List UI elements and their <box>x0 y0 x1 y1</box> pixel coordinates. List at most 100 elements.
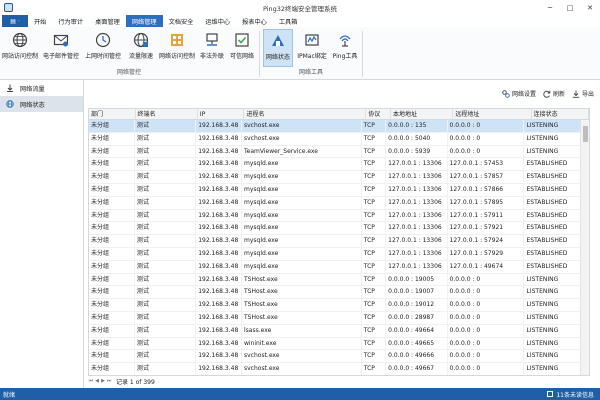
cell-terminal-name: 测试 <box>135 247 197 260</box>
tab-behavior-audit[interactable]: 行为审计 <box>52 15 89 27</box>
nav-item-label: 网络流量 <box>20 85 45 93</box>
network-settings-button[interactable]: 网络设置 <box>502 89 536 98</box>
cell-local-address: 0.0.0.0 : 19005 <box>386 273 448 286</box>
cell-process-name: TeamViewer_Service.exe <box>242 145 362 158</box>
table-row[interactable]: 未分组 测试 192.168.3.48 mysqld.exe TCP 127.0.0.1 … <box>89 222 581 236</box>
ipmac-icon <box>304 32 320 48</box>
nav-item-network-traffic[interactable]: 网络流量 <box>0 80 83 96</box>
cell-protocol: TCP <box>362 145 387 158</box>
tab-report-center[interactable]: 报表中心 <box>236 15 273 27</box>
ipmac-bind-label: IPMac绑定 <box>297 53 327 60</box>
table-row[interactable]: 未分组 测试 192.168.3.48 mysqld.exe TCP 127.0.0.1 … <box>89 209 581 223</box>
cell-connection-state: ESTABLISHED <box>524 158 581 171</box>
close-button[interactable]: ✕ <box>580 0 600 15</box>
table-row[interactable]: 未分组 测试 192.168.3.48 mysqld.exe TCP 127.0.0.1 … <box>89 171 581 184</box>
ribbon-divider <box>259 31 260 77</box>
network-access-icon <box>169 32 185 48</box>
tab-start[interactable]: 开始 <box>28 15 52 27</box>
table-row[interactable]: 未分组 测试 192.168.3.48 svchost.exe TCP 0.0.0.0 :… <box>89 132 581 146</box>
scrollbar-thumb[interactable] <box>583 126 588 142</box>
email-control-button[interactable]: 电子邮件管控 <box>42 29 80 67</box>
website-access-control-button[interactable]: 网站访问控制 <box>2 29 38 67</box>
table-row[interactable]: 未分组 测试 192.168.3.48 mysqld.exe TCP 127.0.0.1 … <box>89 196 581 210</box>
cell-ip: 192.168.3.48 <box>196 337 242 350</box>
trusted-network-button[interactable]: 可信网络 <box>228 29 256 67</box>
table-row[interactable]: 未分组 测试 192.168.3.48 TSHost.exe TCP 0.0.0.0 : … <box>89 273 581 287</box>
cell-local-address: 127.0.0.1 : 13306 <box>386 260 448 273</box>
cell-department: 未分组 <box>89 247 135 260</box>
table-header: 部门 终端名 IP 进程名 协议 本地地址 远程地址 连接状态 <box>89 109 589 120</box>
network-status-icon <box>270 33 286 49</box>
table-row[interactable]: 未分组 测试 192.168.3.48 svchost.exe TCP 0.0.0.0 :… <box>89 363 581 375</box>
cell-terminal-name: 测试 <box>135 120 197 132</box>
cell-connection-state: ESTABLISHED <box>524 171 581 184</box>
minimize-button[interactable]: ─ <box>540 0 560 15</box>
tab-toolbox[interactable]: 工具箱 <box>273 15 304 27</box>
left-nav-panel: 网络流量 网络状态 <box>0 80 84 388</box>
illegal-external-connection-button[interactable]: 非法外联 <box>198 29 226 67</box>
column-header-process-name[interactable]: 进程名 <box>244 109 367 120</box>
table-row[interactable]: 未分组 测试 192.168.3.48 svchost.exe TCP 0.0.0.0 :… <box>89 350 581 364</box>
network-access-control-button[interactable]: 网络访问控制 <box>158 29 196 67</box>
table-row[interactable]: 未分组 测试 192.168.3.48 mysqld.exe TCP 127.0.0.1 … <box>89 158 581 172</box>
column-header-remote-address[interactable]: 远程地址 <box>453 109 532 120</box>
window-title: Ping32终端安全管理系统 <box>262 4 338 13</box>
cell-department: 未分组 <box>89 363 135 375</box>
cell-process-name: mysqld.exe <box>242 235 362 248</box>
table-row[interactable]: 未分组 测试 192.168.3.48 wininit.exe TCP 0.0.0.0 :… <box>89 337 581 351</box>
table-row[interactable]: 未分组 测试 192.168.3.48 mysqld.exe TCP 127.0.0.1 … <box>89 235 581 248</box>
table-row[interactable]: 未分组 测试 192.168.3.48 TSHost.exe TCP 0.0.0.0 : … <box>89 286 581 300</box>
cell-protocol: TCP <box>362 183 387 196</box>
cell-connection-state: LISTENING <box>524 337 581 350</box>
refresh-button[interactable]: 刷新 <box>543 89 565 98</box>
cell-local-address: 0.0.0.0 : 49667 <box>386 363 448 375</box>
cell-protocol: TCP <box>362 324 387 337</box>
cell-protocol: TCP <box>362 299 387 312</box>
table-row[interactable]: 未分组 测试 192.168.3.48 mysqld.exe TCP 127.0.0.1 … <box>89 183 581 197</box>
column-header-protocol[interactable]: 协议 <box>366 109 391 120</box>
column-header-terminal-name[interactable]: 终端名 <box>136 109 198 120</box>
cell-terminal-name: 测试 <box>135 196 197 209</box>
ipmac-bind-button[interactable]: IPMac绑定 <box>295 29 329 67</box>
tab-operations-center[interactable]: 运维中心 <box>199 15 236 27</box>
cell-ip: 192.168.3.48 <box>196 350 242 363</box>
column-header-department[interactable]: 部门 <box>89 109 136 120</box>
export-button[interactable]: 导出 <box>572 89 594 98</box>
vertical-scrollbar[interactable] <box>580 120 589 375</box>
tab-desktop-management[interactable]: 桌面管理 <box>89 15 126 27</box>
table-row[interactable]: 未分组 测试 192.168.3.48 TeamViewer_Service.exe T… <box>89 145 581 159</box>
ribbon-group-network-tools: 网络状态 IPMac绑定 Ping工具 网络工具 <box>261 27 361 80</box>
cell-process-name: mysqld.exe <box>242 183 362 196</box>
cell-ip: 192.168.3.48 <box>196 247 242 260</box>
cell-local-address: 127.0.0.1 : 13306 <box>386 222 448 235</box>
ping-tool-button[interactable]: Ping工具 <box>331 29 359 67</box>
column-header-connection-state[interactable]: 连接状态 <box>532 109 589 120</box>
table-row[interactable]: 未分组 测试 192.168.3.48 mysqld.exe TCP 127.0.0.1 … <box>89 247 581 261</box>
table-row[interactable]: 未分组 测试 192.168.3.48 mysqld.exe TCP 127.0.0.1 … <box>89 260 581 274</box>
last-page-button[interactable]: ⏭ <box>106 378 112 384</box>
unread-messages[interactable]: 11条未读信息 <box>547 390 594 399</box>
network-status-button[interactable]: 网络状态 <box>263 29 293 67</box>
table-row[interactable]: 未分组 测试 192.168.3.48 lsass.exe TCP 0.0.0.0 : 4… <box>89 324 581 338</box>
cell-ip: 192.168.3.48 <box>196 260 242 273</box>
table-row[interactable]: 未分组 测试 192.168.3.48 TSHost.exe TCP 0.0.0.0 : … <box>89 311 581 325</box>
column-header-local-address[interactable]: 本地地址 <box>391 109 454 120</box>
cell-remote-address: 127.0.0.1 : 57929 <box>448 247 525 260</box>
table-row[interactable]: 未分组 测试 192.168.3.48 svchost.exe TCP 0.0.0.0 :… <box>89 120 581 133</box>
table-row[interactable]: 未分组 测试 192.168.3.48 TSHost.exe TCP 0.0.0.0 : … <box>89 299 581 312</box>
network-settings-label: 网络设置 <box>511 91 536 98</box>
internet-time-control-button[interactable]: 上网时间管控 <box>84 29 122 67</box>
cell-protocol: TCP <box>362 222 387 235</box>
cell-local-address: 0.0.0.0 : 19012 <box>386 299 448 312</box>
main-content: 网络设置 刷新 导出 部门 终端名 IP 进程名 协议 本地地址 远程地址 连接… <box>85 80 600 388</box>
traffic-limit-button[interactable]: 流量限速 <box>126 29 156 67</box>
tab-network-management[interactable]: 网络管理 <box>125 15 163 27</box>
app-menu-button[interactable]: ▤ · <box>2 15 28 27</box>
nav-item-network-status[interactable]: 网络状态 <box>0 96 83 112</box>
maximize-button[interactable]: □ <box>560 0 580 15</box>
cell-process-name: TSHost.exe <box>242 286 362 299</box>
column-header-ip[interactable]: IP <box>198 109 245 120</box>
tab-document-security[interactable]: 文档安全 <box>163 15 200 27</box>
network-status-table: 部门 终端名 IP 进程名 协议 本地地址 远程地址 连接状态 未分组 测试 192… <box>88 108 590 376</box>
cell-terminal-name: 测试 <box>135 158 197 171</box>
